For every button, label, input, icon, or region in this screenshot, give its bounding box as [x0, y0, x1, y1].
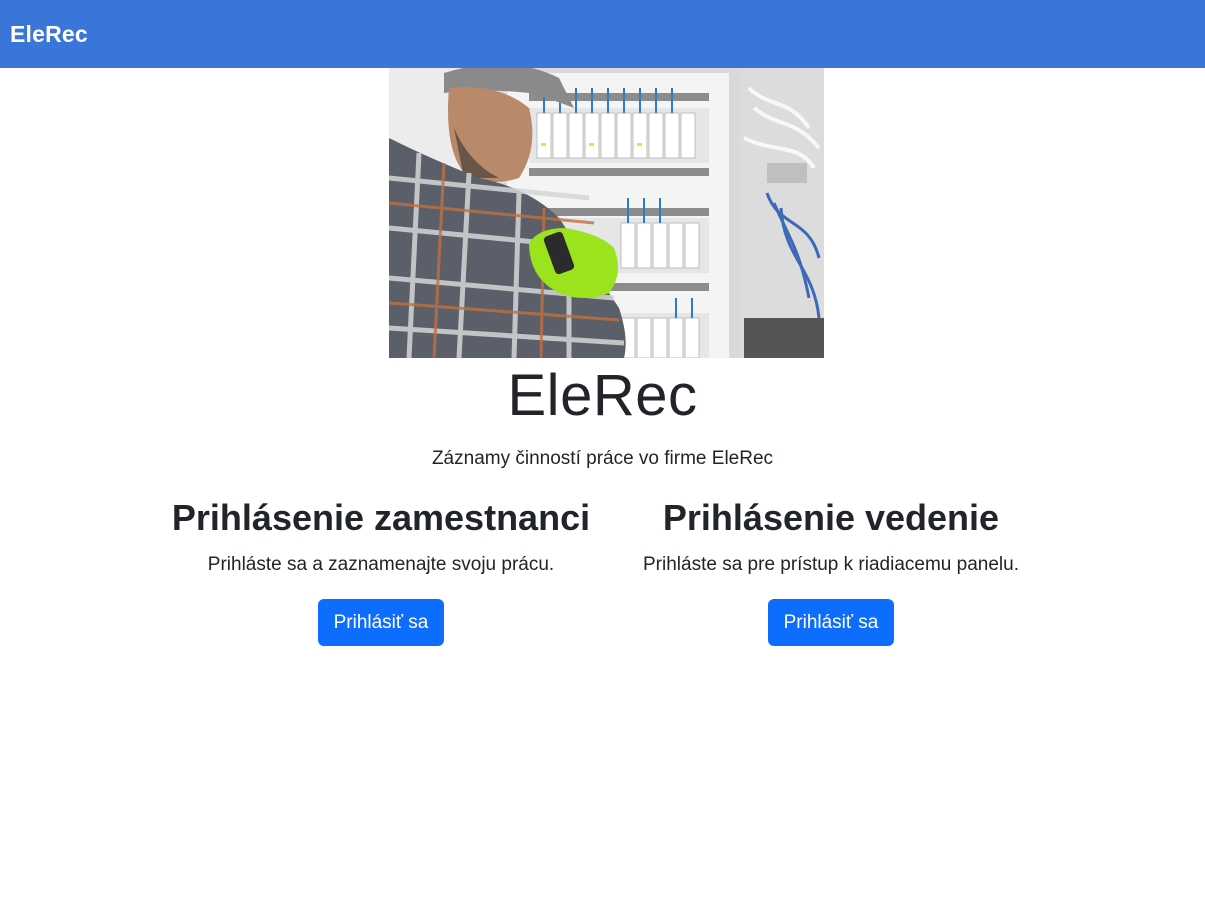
- employee-login-section: Prihlásenie zamestnanci Prihláste sa a z…: [156, 494, 606, 646]
- page-title: EleRec: [507, 363, 698, 428]
- management-login-button[interactable]: Prihlásiť sa: [767, 599, 895, 646]
- management-login-heading: Prihlásenie vedenie: [662, 497, 1000, 538]
- employee-login-button[interactable]: Prihlásiť sa: [317, 599, 445, 646]
- top-navbar: EleRec: [0, 0, 1205, 68]
- hero-image: [389, 68, 824, 358]
- management-login-text: Prihláste sa pre prístup k riadiacemu pa…: [643, 554, 1019, 575]
- electrician-photo-icon: [389, 68, 824, 358]
- navbar-brand[interactable]: EleRec: [10, 21, 88, 48]
- management-login-section: Prihlásenie vedenie Prihláste sa pre prí…: [606, 494, 1056, 646]
- page-subtitle: Záznamy činností práce vo firme EleRec: [431, 448, 774, 469]
- employee-login-text: Prihláste sa a zaznamenajte svoju prácu.: [207, 554, 555, 575]
- employee-login-heading: Prihlásenie zamestnanci: [171, 497, 591, 538]
